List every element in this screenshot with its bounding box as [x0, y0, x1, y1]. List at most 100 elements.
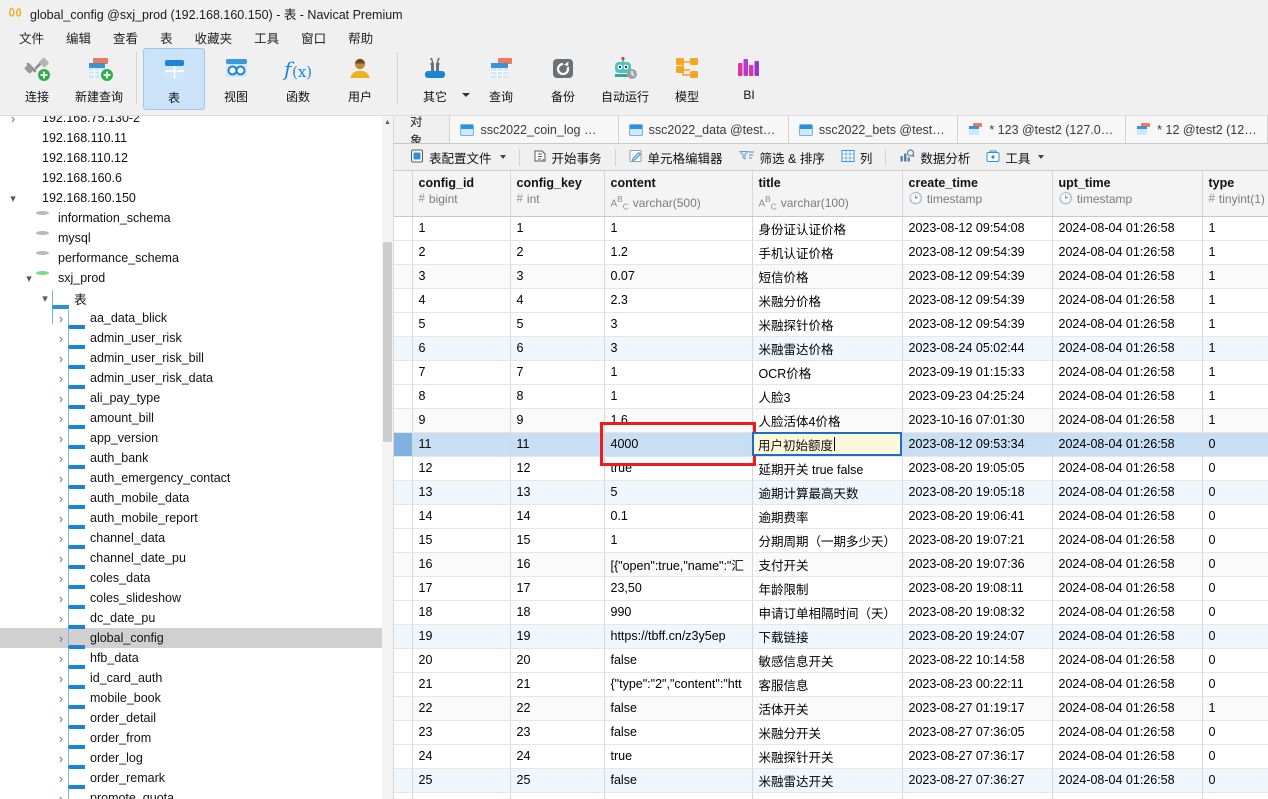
tree-expand-arrow-icon[interactable] — [54, 731, 68, 746]
filter-sort-button[interactable]: 筛选 & 排序 — [731, 145, 833, 170]
menu-help[interactable]: 帮助 — [337, 26, 384, 49]
table-row[interactable]: 18 18 990 申请订单相隔时间（天） 2023-08-20 19:08:32 202… — [394, 600, 1268, 625]
tree-expand-arrow-icon[interactable] — [54, 791, 68, 799]
cell-title[interactable]: 米融分拒绝分数 — [752, 792, 903, 799]
row-gutter[interactable] — [394, 264, 413, 289]
cell-config_id[interactable]: 19 — [412, 624, 511, 649]
cell-title[interactable]: 支付开关 — [752, 552, 903, 577]
tree-item-dc_date_pu[interactable]: dc_date_pu — [0, 608, 393, 644]
cell-upt_time[interactable]: 2024-08-04 01:26:58 — [1052, 216, 1203, 241]
toolbar-model-button[interactable]: 模型 — [656, 48, 718, 110]
sidebar-vertical-scrollbar[interactable]: ▲ — [382, 116, 393, 799]
editor-tab-4[interactable]: * 12 @test2 (127.0. — [1126, 116, 1268, 143]
cell-config_key[interactable]: 4 — [510, 288, 605, 313]
menu-table[interactable]: 表 — [149, 26, 184, 49]
tree-expand-arrow-icon[interactable] — [54, 431, 68, 446]
tree-expand-arrow-icon[interactable] — [54, 531, 68, 546]
cell-config_key[interactable]: 3 — [510, 264, 605, 289]
toolbar-query-button[interactable]: 查询 — [470, 48, 532, 110]
cell-config_id[interactable]: 6 — [412, 336, 511, 361]
table-row[interactable]: 19 19 https://tbff.cn/z3y5ep 下载链接 2023-08-20… — [394, 624, 1268, 649]
tree-item-app_version[interactable]: app_version — [0, 428, 393, 464]
cell-type[interactable]: 1 — [1202, 696, 1268, 721]
cell-create_time[interactable]: 2023-08-20 19:08:32 — [902, 600, 1053, 625]
table-row[interactable]: 3 3 0.07 短信价格 2023-08-12 09:54:39 2024-08-04 … — [394, 264, 1268, 289]
tree-item-auth_emergency_contact[interactable]: auth_emergency_contact — [0, 468, 393, 504]
cell-type[interactable]: 0 — [1202, 720, 1268, 745]
cell-content[interactable]: 3 — [604, 336, 753, 361]
cell-upt_time[interactable]: 2024-08-04 01:26:58 — [1052, 528, 1203, 553]
editor-tab-2[interactable]: ssc2022_bets @test2 (... — [788, 116, 959, 143]
table-row[interactable]: 22 22 false 活体开关 2023-08-27 01:19:17 2024-08-… — [394, 696, 1268, 721]
cell-config_key[interactable]: 1 — [510, 216, 605, 241]
editor-tab-3[interactable]: * 123 @test2 (127.0.0.... — [958, 116, 1127, 143]
cell-content[interactable]: 540 — [604, 792, 753, 799]
row-gutter[interactable] — [394, 576, 413, 601]
cell-title[interactable]: 下载链接 — [752, 624, 903, 649]
tree-item--[interactable]: 表 — [0, 288, 393, 324]
tree-item-sxj_prod[interactable]: sxj_prod — [0, 268, 393, 288]
cell-create_time[interactable]: 2023-08-27 01:19:17 — [902, 696, 1053, 721]
cell-create_time[interactable]: 2023-09-19 01:15:33 — [902, 360, 1053, 385]
tree-item-admin_user_risk[interactable]: admin_user_risk — [0, 328, 393, 364]
row-gutter[interactable] — [394, 336, 413, 361]
data-analysis-button[interactable]: 数据分析 — [891, 145, 978, 170]
cell-config_key[interactable]: 14 — [510, 504, 605, 529]
cell-upt_time[interactable]: 2024-08-04 01:26:58 — [1052, 240, 1203, 265]
table-row[interactable]: 14 14 0.1 逾期费率 2023-08-20 19:06:41 2024-08-04… — [394, 504, 1268, 529]
cell-type[interactable]: 0 — [1202, 528, 1268, 553]
row-gutter[interactable] — [394, 504, 413, 529]
tree-item-coles_slideshow[interactable]: coles_slideshow — [0, 588, 393, 624]
tree-expand-arrow-icon[interactable] — [54, 371, 68, 386]
cell-create_time[interactable]: 2023-08-20 19:05:05 — [902, 456, 1053, 481]
row-gutter[interactable] — [394, 672, 413, 697]
row-gutter[interactable] — [394, 312, 413, 337]
tree-expand-arrow-icon[interactable] — [6, 116, 20, 126]
cell-title[interactable]: 身份证认证价格 — [752, 216, 903, 241]
cell-create_time[interactable]: 2023-08-27 23:11:18 — [902, 792, 1053, 799]
tree-item-order_detail[interactable]: order_detail — [0, 708, 393, 744]
tree-item-information_schema[interactable]: information_schema — [0, 208, 393, 228]
menu-file[interactable]: 文件 — [8, 26, 55, 49]
tree-item-promote_quota[interactable]: promote_quota — [0, 788, 393, 799]
table-profile-caret-icon[interactable] — [499, 155, 506, 159]
cell-config_id[interactable]: 7 — [412, 360, 511, 385]
cell-config_key[interactable]: 7 — [510, 360, 605, 385]
table-row[interactable]: 2 2 1.2 手机认证价格 2023-08-12 09:54:39 2024-08-04… — [394, 240, 1268, 265]
cell-upt_time[interactable]: 2024-08-04 01:26:58 — [1052, 672, 1203, 697]
cell-type[interactable]: 0 — [1202, 672, 1268, 697]
row-gutter[interactable] — [394, 624, 413, 649]
cell-type[interactable]: 1 — [1202, 336, 1268, 361]
table-row[interactable]: 15 15 1 分期周期（一期多少天） 2023-08-20 19:07:21 2024-… — [394, 528, 1268, 553]
cell-create_time[interactable]: 2023-08-27 07:36:27 — [902, 768, 1053, 793]
cell-title[interactable]: 米融雷达价格 — [752, 336, 903, 361]
editor-tab-1[interactable]: ssc2022_data @test2 (... — [618, 116, 789, 143]
cell-upt_time[interactable]: 2024-08-04 01:26:58 — [1052, 504, 1203, 529]
cell-content[interactable]: false — [604, 768, 753, 793]
grid-column-header-create_time[interactable]: create_time 🕑 timestamp — [902, 171, 1053, 217]
tools-caret-icon[interactable] — [1038, 155, 1045, 159]
cell-type[interactable]: 0 — [1202, 456, 1268, 481]
cell-type[interactable]: 0 — [1202, 744, 1268, 769]
row-gutter[interactable] — [394, 528, 413, 553]
cell-config_id[interactable]: 26 — [412, 792, 511, 799]
table-row[interactable]: 21 21 {"type":"2","content":"htt 客服信息 2023-0… — [394, 672, 1268, 697]
cell-content[interactable]: 1 — [604, 216, 753, 241]
toolbar-backup-button[interactable]: 备份 — [532, 48, 594, 110]
cell-create_time[interactable]: 2023-08-12 09:54:39 — [902, 288, 1053, 313]
cell-title[interactable]: 人脸活体4价格 — [752, 408, 903, 433]
table-row[interactable]: 16 16 [{"open":true,"name":"汇 支付开关 2023-08-2… — [394, 552, 1268, 577]
cell-content[interactable]: https://tbff.cn/z3y5ep — [604, 624, 753, 649]
cell-config_key[interactable]: 23 — [510, 720, 605, 745]
cell-config_id[interactable]: 16 — [412, 552, 511, 577]
cell-upt_time[interactable]: 2024-08-04 01:26:58 — [1052, 576, 1203, 601]
tab-objects[interactable]: 对象 — [394, 116, 451, 143]
grid-column-header-config_id[interactable]: config_id # bigint — [412, 171, 511, 217]
tree-expand-arrow-icon[interactable] — [54, 491, 68, 506]
cell-config_key[interactable]: 22 — [510, 696, 605, 721]
row-gutter[interactable] — [394, 480, 413, 505]
cell-create_time[interactable]: 2023-10-16 07:01:30 — [902, 408, 1053, 433]
cell-create_time[interactable]: 2023-08-20 19:24:07 — [902, 624, 1053, 649]
cell-config_key[interactable]: 16 — [510, 552, 605, 577]
cell-config_key[interactable]: 17 — [510, 576, 605, 601]
